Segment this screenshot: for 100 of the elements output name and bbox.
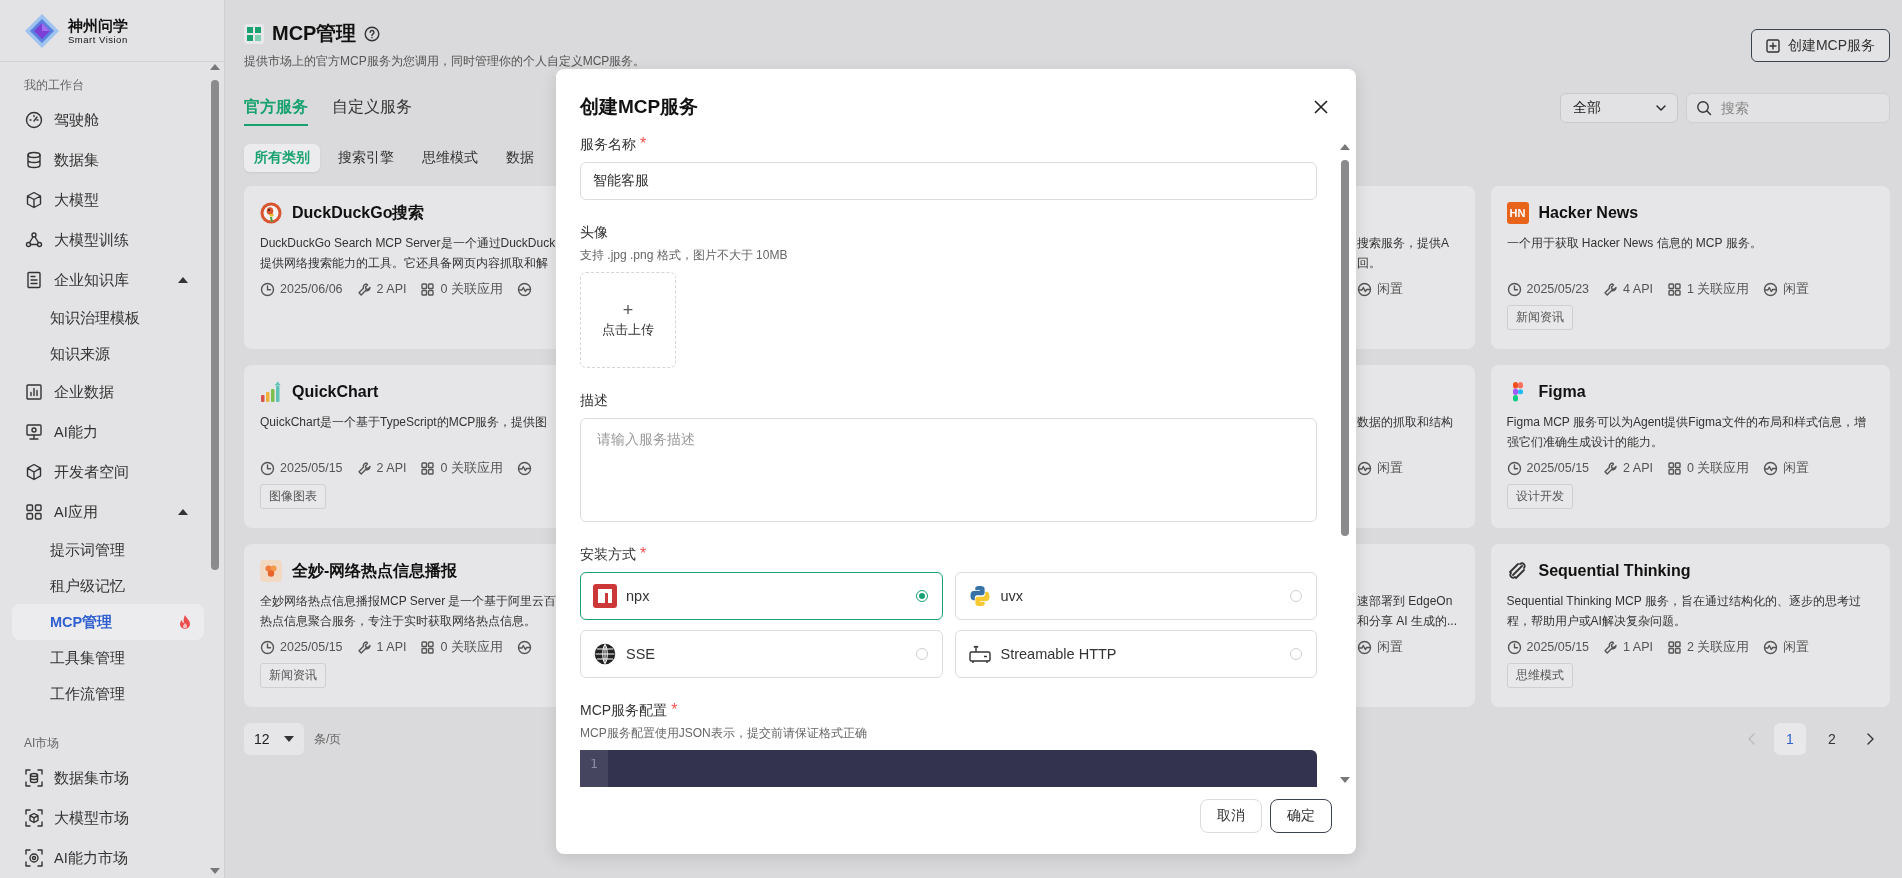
card-description: Figma MCP 服务可以为Agent提供Figma文件的布局和样式信息，增 强它们准确生成设计的能力。 [1506, 414, 1866, 451]
nav-item[interactable]: AI能力 [16, 412, 196, 452]
apps-icon [1666, 639, 1682, 655]
service-card[interactable]: HN Hacker News 一个用于获取 Hacker News 信息的 MCP 服务。 2025/05/23 4 API 1 关联应用 闲置 新闻资讯 [1490, 186, 1890, 349]
wrench-icon [1603, 281, 1619, 297]
apps-icon [1666, 281, 1682, 297]
document-icon [24, 270, 44, 290]
hint-text: MCP服务配置使用JSON表示，提交前请保证格式正确 [580, 725, 868, 742]
page-button[interactable]: 2 [1816, 723, 1848, 755]
confirm-button[interactable]: 确定 [1270, 799, 1332, 833]
install-option[interactable]: Streamable HTTP [954, 630, 1317, 678]
status-text: 闲置 [1783, 459, 1810, 477]
nav-item[interactable]: AI应用 [16, 492, 196, 532]
card-description: QuickChart是一个基于TypeScript的MCP服务，提供图 [260, 414, 548, 431]
cancel-button[interactable]: 取消 [1200, 799, 1262, 833]
nav-subitem[interactable]: 工具集管理 [12, 640, 204, 676]
field-label: 描述 [580, 391, 608, 410]
nav-item[interactable]: 企业知识库 [16, 260, 196, 300]
install-option[interactable]: SSE [580, 630, 943, 678]
category-chip[interactable]: 搜索引擎 [328, 144, 404, 172]
field-label: 头像 [580, 223, 608, 242]
category-tag: 图像图表 [260, 484, 326, 509]
app-count: 0 关联应用 [440, 638, 503, 656]
upload-button[interactable]: + 点击上传 [580, 272, 676, 368]
clock-icon [1506, 281, 1522, 297]
search-icon [1696, 99, 1712, 116]
filter-select[interactable]: 全部 [1560, 92, 1678, 123]
search-field[interactable]: 搜索 [1686, 92, 1890, 123]
database-icon [24, 150, 44, 170]
grid-icon [24, 502, 44, 522]
category-tag: 思维模式 [1506, 663, 1573, 688]
pulse-icon [1763, 639, 1779, 655]
nav-item[interactable]: AI能力市场 [16, 838, 196, 878]
date-text: 2025/05/15 [280, 461, 343, 475]
cube-frame-icon [24, 808, 44, 828]
app-count: 0 关联应用 [440, 459, 503, 477]
section-title: 我的工作台 [23, 76, 85, 94]
pulse-icon [1763, 460, 1779, 476]
service-card[interactable]: Sequential Thinking Sequential Thinking MCP 服务，旨在通过结构化的、逐步的思考过 程，帮助用户或AI解决复杂问题。 2025/05/15 1 API 2 关联应用 闲置 思维模式 [1490, 544, 1890, 707]
nav-subitem[interactable]: 提示词管理 [12, 532, 204, 568]
scrollbar[interactable] [210, 64, 220, 874]
nav-item[interactable]: 数据集 [16, 140, 196, 180]
wrench-icon [356, 460, 372, 476]
status-text: 闲置 [1783, 638, 1810, 656]
dialog-title: 创建MCP服务 [580, 95, 699, 119]
required-mark: * [671, 701, 678, 719]
category-chip[interactable]: 数据 [496, 144, 544, 172]
nav-subitem[interactable]: MCP管理 [12, 604, 204, 640]
nav-subitem[interactable]: 租户级记忆 [12, 568, 204, 604]
grid-logo [244, 23, 264, 44]
install-option[interactable]: npx [580, 572, 943, 620]
date-text: 2025/05/15 [280, 640, 343, 654]
nav-item[interactable]: 企业数据 [16, 372, 196, 412]
nav-item[interactable]: 驾驶舱 [16, 100, 196, 140]
api-count: 2 API [1623, 461, 1653, 475]
field-label: 安装方式 [580, 545, 636, 564]
date-text: 2025/05/15 [1526, 640, 1590, 654]
category-chip[interactable]: 思维模式 [412, 144, 488, 172]
wrench-icon [356, 281, 372, 297]
database-frame-icon [24, 768, 44, 788]
install-option[interactable]: uvx [954, 572, 1317, 620]
card-title: Hacker News [1538, 204, 1639, 222]
api-count: 1 API [376, 640, 407, 654]
pulse-icon [1357, 281, 1372, 297]
clock-icon [1506, 639, 1522, 655]
bar-chart-icon [24, 382, 44, 402]
wrench-icon [1603, 639, 1619, 655]
name-input[interactable]: 智能客服 [580, 162, 1317, 200]
status-text: 闲置 [1377, 280, 1403, 298]
nav-item[interactable]: 数据集市场 [16, 758, 196, 798]
nav-item[interactable]: 大模型 [16, 180, 196, 220]
category-tag: 新闻资讯 [260, 663, 326, 688]
npm-logo [593, 584, 617, 608]
gauge-icon [24, 110, 44, 130]
pulse-icon [516, 281, 532, 297]
nav-subitem[interactable]: 知识来源 [12, 336, 204, 372]
page-size-select[interactable]: 12 [244, 723, 304, 755]
card-description: 搜索服务，提供A 回。 [1357, 235, 1449, 272]
pulse-icon [1357, 460, 1372, 476]
apps-icon [1666, 460, 1682, 476]
create-button[interactable]: 创建MCP服务 [1750, 29, 1890, 62]
nav-item[interactable]: 大模型训练 [16, 220, 196, 260]
date-text: 2025/06/06 [280, 282, 343, 296]
service-card[interactable]: Figma Figma MCP 服务可以为Agent提供Figma文件的布局和样式信息，增 强它们准确生成设计的能力。 2025/05/15 2 API 0 关联应用 闲置 设计开发 [1490, 365, 1890, 528]
logo-badge: HN [1506, 202, 1529, 224]
scrollbar[interactable] [1340, 144, 1350, 783]
apps-icon [420, 460, 436, 476]
card-title: 全妙-网络热点信息播报 [292, 560, 458, 581]
brand-name: 神州问学 [68, 16, 128, 34]
app-count: 0 关联应用 [440, 280, 503, 298]
nav-subitem[interactable]: 工作流管理 [12, 676, 204, 712]
clock-icon [1506, 460, 1522, 476]
page-button[interactable]: 1 [1774, 723, 1806, 755]
apps-icon [420, 281, 436, 297]
tab[interactable]: 自定义服务 [332, 89, 412, 126]
app-count: 1 关联应用 [1686, 280, 1750, 298]
api-count: 1 API [1623, 640, 1653, 654]
nav-item[interactable]: 开发者空间 [16, 452, 196, 492]
nav-item[interactable]: 大模型市场 [16, 798, 196, 838]
nav-subitem[interactable]: 知识治理模板 [12, 300, 204, 336]
